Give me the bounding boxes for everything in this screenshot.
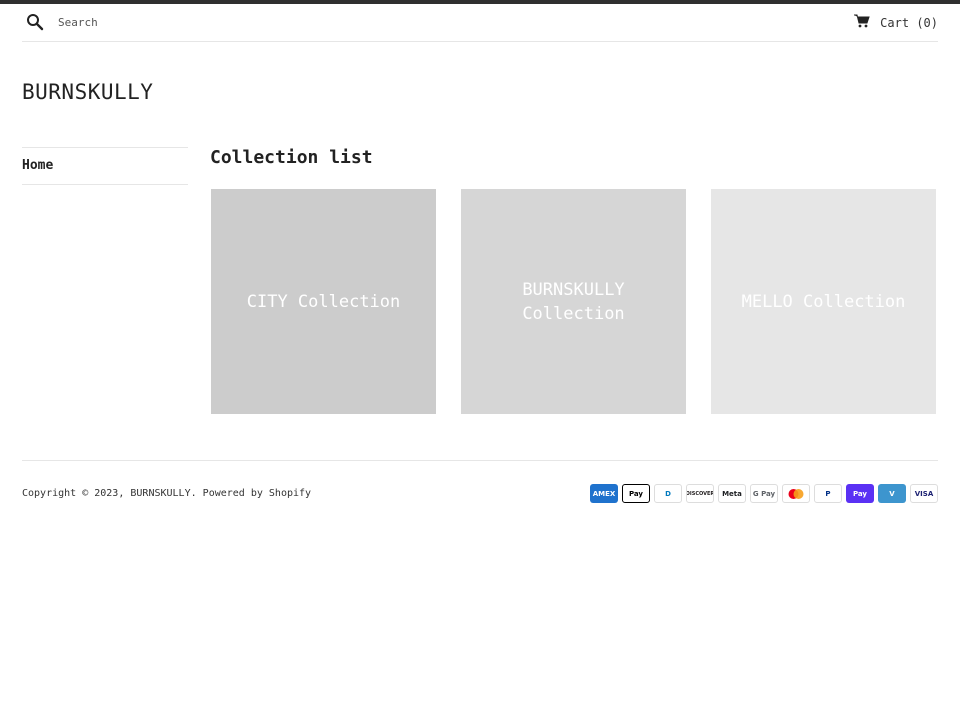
footer-brand-link[interactable]: BURNSKULLY xyxy=(130,488,190,499)
site-footer: Copyright © 2023, BURNSKULLY. Powered by… xyxy=(22,460,938,520)
cart-icon xyxy=(854,14,870,31)
apple-pay-icon: Pay xyxy=(622,484,650,503)
payment-icons: AMEX Pay D DISCOVER Meta G Pay P Pay V VISA xyxy=(590,484,938,503)
powered-by-link[interactable]: Powered by Shopify xyxy=(203,488,311,499)
collection-card-label: BURNSKULLY Collection xyxy=(522,279,625,324)
sidebar-item-home[interactable]: Home xyxy=(22,158,53,173)
copyright-text: Copyright © 2023, BURNSKULLY. Powered by… xyxy=(22,488,312,499)
collection-grid: CITY Collection BURNSKULLY Collection ME… xyxy=(211,189,936,414)
google-pay-icon: G Pay xyxy=(750,484,778,503)
amex-icon: AMEX xyxy=(590,484,618,503)
search-input[interactable] xyxy=(58,11,358,33)
venmo-icon: V xyxy=(878,484,906,503)
page-title: Collection list xyxy=(210,147,373,168)
paypal-icon: P xyxy=(814,484,842,503)
visa-icon: VISA xyxy=(910,484,938,503)
shop-pay-icon: Pay xyxy=(846,484,874,503)
meta-pay-icon: Meta xyxy=(718,484,746,503)
collection-card-label: MELLO Collection xyxy=(741,291,906,312)
collection-card-burnskully[interactable]: BURNSKULLY Collection xyxy=(461,189,686,414)
site-logo[interactable]: BURNSKULLY xyxy=(22,80,153,104)
diners-club-icon: D xyxy=(654,484,682,503)
site-header: Cart (0) xyxy=(22,4,938,42)
mastercard-icon xyxy=(782,484,810,503)
discover-icon: DISCOVER xyxy=(686,484,714,503)
cart-count: (0) xyxy=(916,15,938,30)
collection-card-city[interactable]: CITY Collection xyxy=(211,189,436,414)
search-icon[interactable] xyxy=(26,13,44,31)
cart-label: Cart xyxy=(880,15,910,30)
cart-link[interactable]: Cart (0) xyxy=(854,14,938,31)
sidebar-nav: Home xyxy=(22,147,188,185)
collection-card-mello[interactable]: MELLO Collection xyxy=(711,189,936,414)
collection-card-label: CITY Collection xyxy=(246,291,401,312)
